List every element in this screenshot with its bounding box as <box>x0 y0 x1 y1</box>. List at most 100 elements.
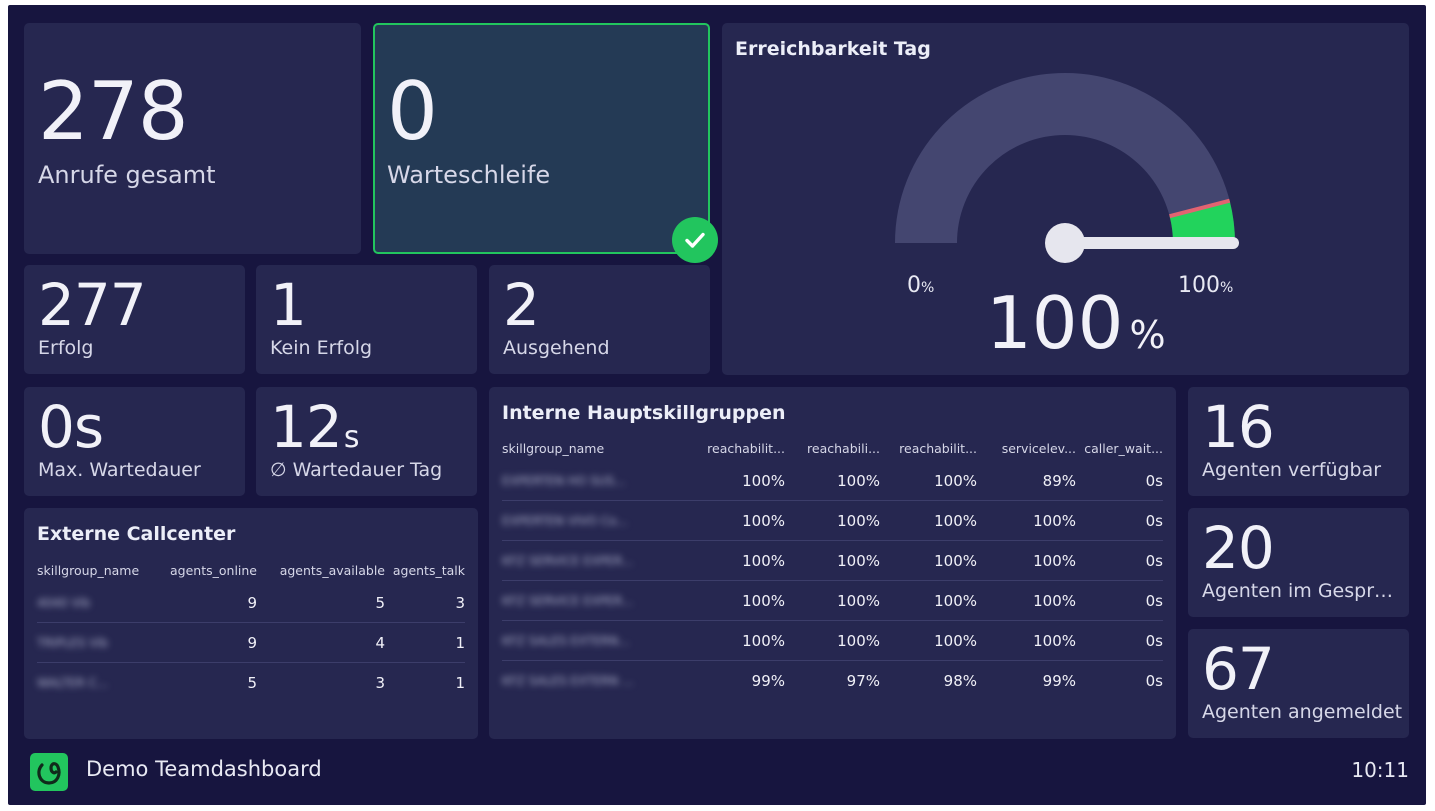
gauge-hub <box>1045 223 1085 263</box>
skillgroup-name: EXPERTEN HO SUS... <box>502 474 626 488</box>
table-cell: 0s <box>1076 540 1163 581</box>
table-cell: 100% <box>977 620 1076 661</box>
table-cell: 100% <box>880 620 977 661</box>
kpi-success: 277 Erfolg <box>24 265 245 374</box>
gauge-track <box>895 73 1235 244</box>
table-row: KFZ SERVICE EXPER... 100% 100% 100% 100%… <box>502 540 1163 581</box>
table-cell: 100% <box>673 500 785 541</box>
skillgroup-name: TRIPLES Vib <box>37 636 109 650</box>
kpi-value: 2 <box>503 271 540 339</box>
internal-skillgroups-panel: Interne Hauptskillgruppen skillgroup_nam… <box>489 387 1176 739</box>
table-cell: 100% <box>673 620 785 661</box>
column-header[interactable]: agents_online <box>147 557 257 583</box>
table-cell: 97% <box>846 671 880 690</box>
column-header[interactable]: reachabili... <box>785 435 880 461</box>
dashboard-title: Demo Teamdashboard <box>86 757 322 781</box>
table-cell: 1 <box>455 673 465 692</box>
skillgroup-name: WALTER C... <box>37 676 109 690</box>
panel-title: Externe Callcenter <box>37 523 236 545</box>
kpi-calls-total: 278 Anrufe gesamt <box>24 23 361 254</box>
kpi-value: 20 <box>1202 514 1275 582</box>
table-cell: 99% <box>1042 671 1076 690</box>
kpi-label: Kein Erfolg <box>270 337 373 359</box>
table-cell: 100% <box>785 540 880 581</box>
external-callcenter-table: skillgroup_name agents_online agents_ava… <box>37 557 465 702</box>
panel-title: Interne Hauptskillgruppen <box>502 402 786 424</box>
table-cell: 100% <box>673 580 785 621</box>
table-row: KFZ SALES EXTERN... 100% 100% 100% 100% … <box>502 620 1163 661</box>
table-cell: 100% <box>673 540 785 581</box>
table-cell: 100% <box>785 580 880 621</box>
table-row: TRIPLES Vib 9 4 1 <box>37 622 465 663</box>
table-cell: 98% <box>943 671 977 690</box>
clock: 10:11 <box>1351 758 1409 782</box>
swirl-logo-icon <box>30 753 68 791</box>
column-header[interactable]: agents_talk <box>385 557 465 583</box>
table-cell: 100% <box>880 580 977 621</box>
kpi-label: Anrufe gesamt <box>38 161 216 189</box>
internal-skillgroups-table: skillgroup_name reachabilit... reachabil… <box>502 435 1163 700</box>
kpi-label: Erfolg <box>38 337 94 359</box>
external-callcenter-panel: Externe Callcenter skillgroup_name agent… <box>24 508 478 739</box>
table-row: KFZ SALES EXTERN ... 99% 97% 98% 99% 0s <box>502 661 1163 701</box>
table-row: WALTER C... 5 3 1 <box>37 663 465 703</box>
table-cell: 0s <box>1076 500 1163 541</box>
kpi-label: Warteschleife <box>387 161 551 189</box>
table-cell: 100% <box>880 500 977 541</box>
table-cell: 100% <box>977 580 1076 621</box>
kpi-value: 16 <box>1202 393 1275 461</box>
kpi-label: Agenten verfügbar <box>1202 459 1382 481</box>
kpi-value: 0s <box>38 393 104 461</box>
table-cell: 0s <box>1076 620 1163 661</box>
skillgroup-name: KFZ SALES EXTERN ... <box>502 674 634 688</box>
gauge-max-label: 100% <box>1178 273 1234 298</box>
kpi-agents-available: 16 Agenten verfügbar <box>1188 387 1409 496</box>
kpi-value: 67 <box>1202 635 1275 703</box>
column-header[interactable]: caller_wait... <box>1076 435 1163 461</box>
column-header[interactable]: skillgroup_name <box>502 435 673 461</box>
kpi-outgoing: 2 Ausgehend <box>489 265 710 374</box>
table-cell: 89% <box>977 461 1076 501</box>
kpi-agents-in-call: 20 Agenten im Gesprä... <box>1188 508 1409 617</box>
table-cell: 100% <box>785 461 880 501</box>
kpi-value: 0 <box>387 65 438 158</box>
kpi-value: 278 <box>38 65 189 158</box>
column-header[interactable]: reachabilit... <box>673 435 785 461</box>
table-cell: 3 <box>375 673 385 692</box>
kpi-no-success: 1 Kein Erfolg <box>256 265 477 374</box>
kpi-avg-wait: 12s ∅ Wartedauer Tag <box>256 387 477 496</box>
kpi-value: 1 <box>270 271 307 339</box>
column-header[interactable]: skillgroup_name <box>37 557 147 583</box>
table-cell: 1 <box>385 622 465 663</box>
table-cell: 100% <box>977 540 1076 581</box>
table-cell: 4 <box>257 622 385 663</box>
skillgroup-name: 4040 Vib <box>37 596 91 610</box>
table-cell: 100% <box>673 461 785 501</box>
table-cell: 0s <box>1076 580 1163 621</box>
kpi-queue: 0 Warteschleife <box>373 23 710 254</box>
table-cell: 99% <box>751 671 785 690</box>
gauge-reachability: Erreichbarkeit Tag 0% 100% 100% <box>722 23 1409 375</box>
column-header[interactable]: agents_available <box>257 557 385 583</box>
column-header[interactable]: reachabilit... <box>880 435 977 461</box>
table-cell: 100% <box>880 461 977 501</box>
table-row: KFZ SERVICE EXPER... 100% 100% 100% 100%… <box>502 580 1163 621</box>
kpi-label: ∅ Wartedauer Tag <box>270 459 443 481</box>
skillgroup-name: KFZ SERVICE EXPER... <box>502 594 634 608</box>
kpi-label: Max. Wartedauer <box>38 459 201 481</box>
column-header[interactable]: servicelev... <box>977 435 1076 461</box>
kpi-value: 12s <box>270 393 359 461</box>
kpi-label: Agenten angemeldet <box>1202 701 1403 723</box>
table-cell: 5 <box>247 673 257 692</box>
kpi-agents-logged-in: 67 Agenten angemeldet <box>1188 629 1409 738</box>
gauge-value: 100% <box>986 281 1166 365</box>
kpi-value: 277 <box>38 271 147 339</box>
skillgroup-name: EXPERTEN VIVO Co... <box>502 514 628 528</box>
table-cell: 100% <box>880 540 977 581</box>
table-cell: 100% <box>977 500 1076 541</box>
table-cell: 3 <box>385 583 465 623</box>
table-cell: 9 <box>147 583 257 623</box>
kpi-label: Agenten im Gesprä... <box>1202 580 1399 602</box>
table-cell: 5 <box>257 583 385 623</box>
kpi-label: Ausgehend <box>503 337 610 359</box>
